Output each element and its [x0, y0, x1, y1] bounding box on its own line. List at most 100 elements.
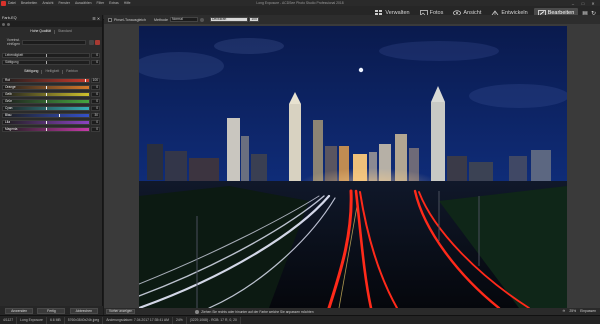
- slider-color-lila[interactable]: Lila 0: [2, 119, 100, 126]
- slider-handle[interactable]: [46, 128, 47, 131]
- blend-mode-select[interactable]: Normal: [169, 17, 198, 22]
- split-view-label: Pinsel-Tonausgleich: [114, 17, 146, 22]
- cloud: [214, 38, 284, 54]
- slider-vibrance[interactable]: Lebendigkeit 0: [2, 52, 100, 59]
- slider-track[interactable]: Gelb: [2, 92, 90, 97]
- zoom-control: ⊖ 25% Einpassen: [559, 309, 596, 313]
- slider-track[interactable]: Lila: [2, 120, 90, 125]
- slider-value[interactable]: 0: [91, 92, 100, 97]
- slider-value[interactable]: 100: [91, 78, 100, 83]
- slider-track[interactable]: Rot: [2, 78, 90, 83]
- slider-handle[interactable]: [46, 93, 47, 96]
- slider-handle[interactable]: [46, 86, 47, 89]
- slider-label: Grün: [5, 99, 13, 103]
- slider-value[interactable]: 0: [91, 106, 100, 111]
- visibility-icon[interactable]: [199, 17, 204, 22]
- slider-value[interactable]: 0: [91, 120, 100, 125]
- status-zoom: 24%: [173, 316, 187, 324]
- tab-farbton[interactable]: Farbton: [63, 69, 81, 74]
- slider-label: Blau: [5, 113, 12, 117]
- preset-label-line2: einfügen: [6, 42, 20, 46]
- delete-preset-icon[interactable]: [95, 40, 100, 45]
- slider-value[interactable]: 30: [91, 113, 100, 118]
- checkbox[interactable]: [108, 17, 112, 22]
- slider-handle[interactable]: [46, 121, 47, 124]
- slider-track[interactable]: Cyan: [2, 106, 90, 111]
- slider-value[interactable]: 0: [91, 85, 100, 90]
- zoom-value[interactable]: 25%: [569, 309, 576, 313]
- apply-button[interactable]: Anwenden: [5, 307, 34, 314]
- panel-title: Farb-EQ: [2, 16, 17, 20]
- slider-value[interactable]: 0: [91, 53, 100, 58]
- moon: [358, 67, 364, 73]
- preset-dropdown[interactable]: [22, 40, 86, 45]
- slider-handle[interactable]: [46, 107, 47, 110]
- brush-icon[interactable]: [2, 22, 5, 26]
- slider-color-rot[interactable]: Rot 100: [2, 77, 100, 84]
- slider-track[interactable]: Blau: [2, 113, 90, 118]
- slider-saturation[interactable]: Sättigung 0: [2, 59, 100, 66]
- gradient-icon[interactable]: [7, 22, 10, 26]
- slider-value[interactable]: 0: [91, 99, 100, 104]
- app-logo-icon: [1, 0, 6, 6]
- slider-value[interactable]: 0: [91, 127, 100, 132]
- slider-track[interactable]: Grün: [2, 99, 90, 104]
- image-toolbar: Pinsel-Tonausgleich Methode Normal Deckk…: [104, 15, 600, 24]
- quality-tabs: Hohe Qualität Standard: [0, 29, 102, 34]
- slider-handle[interactable]: [46, 100, 47, 103]
- canvas-bottom-bar: Vorher anzeigen Ziehen Sie rechts oder h…: [104, 308, 600, 315]
- slider-handle[interactable]: [58, 114, 60, 117]
- slider-handle[interactable]: [84, 79, 86, 82]
- slider-color-magenta[interactable]: Magenta 0: [2, 126, 100, 133]
- split-view-toggle[interactable]: Pinsel-Tonausgleich: [108, 17, 146, 22]
- slider-label: Gelb: [5, 92, 12, 96]
- hint-text: Ziehen Sie rechts oder hinunter auf der …: [195, 309, 314, 314]
- slider-value[interactable]: 0: [91, 60, 100, 65]
- cloud: [379, 41, 499, 61]
- slider-track[interactable]: Sättigung: [2, 60, 90, 65]
- opacity-value[interactable]: 100: [248, 17, 259, 22]
- tab-high-quality[interactable]: Hohe Qualität: [27, 29, 54, 34]
- status-filesize: 6.6 MB: [47, 316, 65, 324]
- show-before-button[interactable]: Vorher anzeigen: [106, 309, 136, 314]
- slider-color-grün[interactable]: Grün 0: [2, 98, 100, 105]
- slider-label: Lila: [5, 120, 10, 124]
- status-pixel-info: (3229,1068) - RGB: 17 R, 0, 20: [187, 316, 241, 324]
- panel-subbar: [0, 21, 102, 27]
- cancel-button[interactable]: Abbrechen: [69, 307, 98, 314]
- status-filename: Long Exposure: [17, 316, 47, 324]
- slider-track[interactable]: Lebendigkeit: [2, 53, 90, 58]
- tab-saettigung[interactable]: Sättigung: [21, 69, 41, 74]
- color-sliders: Rot 100 Orange 0 Gelb 0 Grün 0 Cyan 0 Blau 30 Lila 0 M…: [0, 77, 102, 133]
- slider-color-gelb[interactable]: Gelb 0: [2, 91, 100, 98]
- preset-label: Voreinst. einfügen: [2, 38, 22, 46]
- slider-handle[interactable]: [46, 54, 47, 57]
- save-preset-icon[interactable]: [89, 40, 94, 45]
- mode-label: Methode: [153, 17, 168, 22]
- slider-track[interactable]: Orange: [2, 85, 90, 90]
- image-canvas[interactable]: [104, 24, 600, 308]
- slider-handle[interactable]: [46, 61, 47, 64]
- photo-city-night-long-exposure[interactable]: [139, 26, 567, 308]
- tab-helligkeit[interactable]: Helligkeit: [42, 69, 62, 74]
- hint-label: Ziehen Sie rechts oder hinunter auf der …: [201, 309, 314, 314]
- slider-track[interactable]: Magenta: [2, 127, 90, 132]
- status-modified: Änderungsdatum: 7.04.2017 17:35:41 AM: [103, 316, 173, 324]
- slider-color-cyan[interactable]: Cyan 0: [2, 105, 100, 112]
- slider-label: Magenta: [5, 127, 18, 131]
- done-button[interactable]: Fertig: [37, 307, 66, 314]
- zoom-fit-label[interactable]: Einpassen: [580, 309, 596, 313]
- slider-color-orange[interactable]: Orange 0: [2, 84, 100, 91]
- zoom-out-icon[interactable]: ⊖: [563, 309, 566, 313]
- info-icon: [195, 309, 200, 314]
- panel-footer: Anwenden Fertig Abbrechen: [0, 306, 103, 315]
- preset-row: Voreinst. einfügen: [2, 38, 100, 46]
- cloud: [469, 84, 567, 108]
- tab-standard[interactable]: Standard: [55, 29, 75, 34]
- opacity-field[interactable]: Deckkraft: [209, 17, 248, 22]
- slider-label: Sättigung: [5, 60, 19, 64]
- panel-menu-icon[interactable]: ☰ ✕: [92, 16, 100, 21]
- slider-color-blau[interactable]: Blau 30: [2, 112, 100, 119]
- slider-label: Cyan: [5, 106, 13, 110]
- status-dimensions: 5760x3840x24b.jpeg: [65, 316, 104, 324]
